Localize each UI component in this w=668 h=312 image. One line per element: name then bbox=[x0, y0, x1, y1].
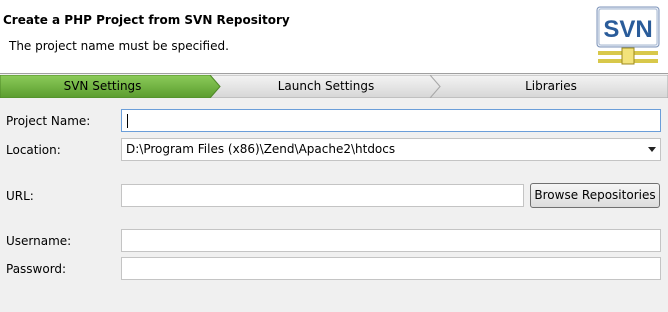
wizard-header: Create a PHP Project from SVN Repository… bbox=[0, 0, 668, 74]
username-input[interactable] bbox=[121, 229, 661, 252]
password-input[interactable] bbox=[121, 257, 661, 280]
wizard-title: Create a PHP Project from SVN Repository bbox=[3, 13, 290, 27]
tab-svn-settings[interactable]: SVN Settings bbox=[0, 75, 205, 98]
svn-logo-text: SVN bbox=[603, 16, 652, 43]
wizard-tab-bar: SVN Settings Launch Settings Libraries bbox=[0, 75, 668, 98]
dropdown-arrow-icon[interactable] bbox=[648, 147, 656, 152]
password-label: Password: bbox=[6, 262, 67, 276]
text-caret bbox=[127, 114, 128, 128]
project-name-label: Project Name: bbox=[6, 114, 91, 128]
wizard-message: The project name must be specified. bbox=[9, 39, 229, 53]
url-label: URL: bbox=[6, 189, 34, 203]
location-label: Location: bbox=[6, 143, 61, 157]
browse-repositories-button[interactable]: Browse Repositories bbox=[530, 183, 660, 208]
username-label: Username: bbox=[6, 234, 72, 248]
svn-logo-icon: SVN bbox=[596, 6, 660, 66]
location-combo[interactable]: D:\Program Files (x86)\Zend\Apache2\htdo… bbox=[121, 138, 661, 161]
tab-libraries[interactable]: Libraries bbox=[440, 75, 662, 98]
location-value: D:\Program Files (x86)\Zend\Apache2\htdo… bbox=[126, 142, 396, 156]
project-name-input[interactable] bbox=[121, 109, 661, 132]
tab-launch-settings[interactable]: Launch Settings bbox=[220, 75, 432, 98]
url-input[interactable] bbox=[121, 184, 524, 207]
